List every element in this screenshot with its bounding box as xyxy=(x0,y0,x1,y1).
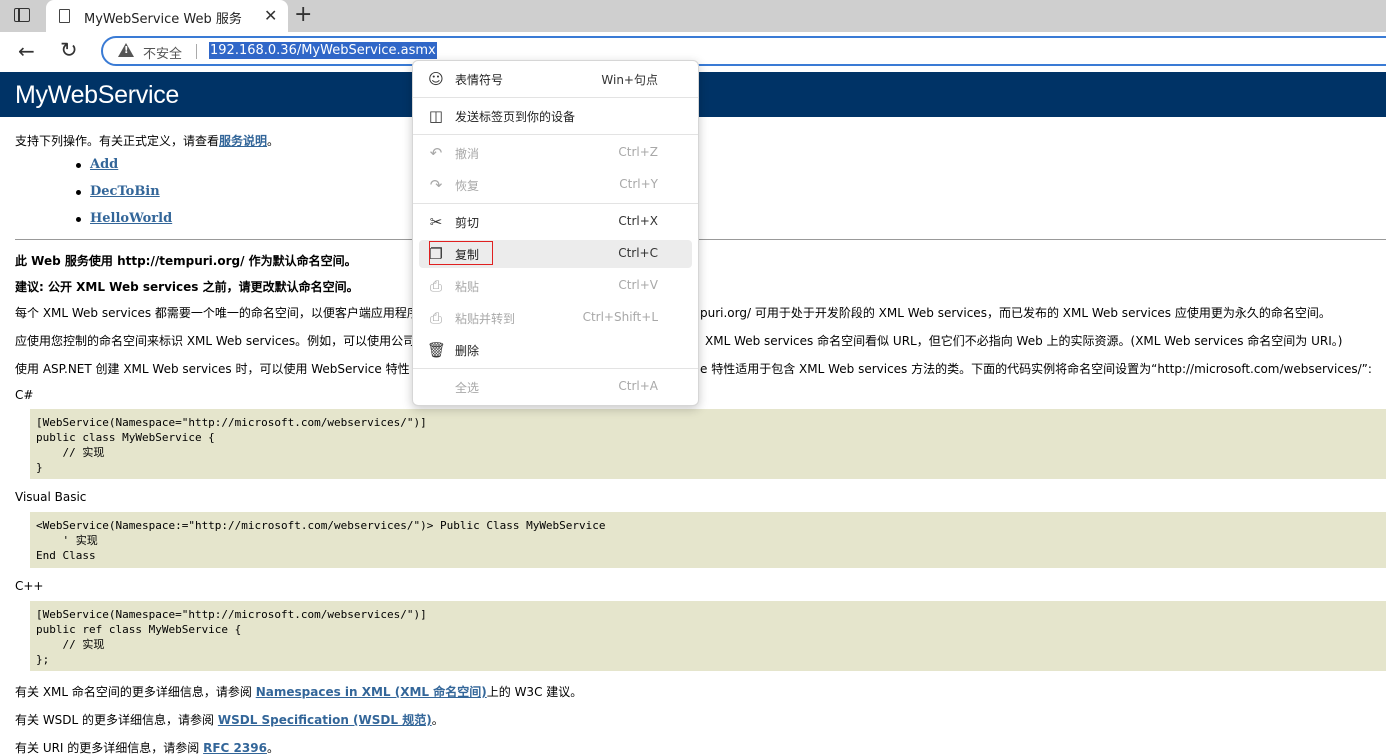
menu-item-undo[interactable]: ↶ 撤消 Ctrl+Z xyxy=(419,139,692,167)
copy-icon: ❐ xyxy=(429,245,443,263)
ref-xml-prefix: 有关 XML 命名空间的更多详细信息，请参阅 xyxy=(15,685,256,699)
menu-item-label: 全选 xyxy=(455,381,480,395)
paragraph-3-left: 使用 ASP.NET 创建 XML Web services 时，可以使用 We… xyxy=(15,362,410,376)
sidebar-toggle-icon[interactable] xyxy=(14,8,30,22)
menu-item-label: 复制 xyxy=(455,248,480,262)
paragraph-1-left: 每个 XML Web services 都需要一个唯一的命名空间，以便客户端应用… xyxy=(15,306,419,320)
intro-prefix: 支持下列操作。有关正式定义，请查看 xyxy=(15,134,220,148)
url-text[interactable]: 192.168.0.36/MyWebService.asmx xyxy=(209,42,437,59)
page-icon xyxy=(59,9,70,23)
send-device-icon: ◫ xyxy=(428,107,444,125)
tab-title: MyWebService Web 服务 xyxy=(84,12,242,27)
menu-item-label: 恢复 xyxy=(455,179,480,193)
code-text-cpp: [WebService(Namespace="http://microsoft.… xyxy=(36,608,427,666)
menu-item-label: 撤消 xyxy=(455,147,480,161)
code-block-csharp: [WebService(Namespace="http://microsoft.… xyxy=(30,409,1386,479)
menu-item-shortcut: Ctrl+C xyxy=(618,246,658,260)
namespace-advice: 建议: 公开 XML Web services 之前，请更改默认命名空间。 xyxy=(15,280,359,294)
code-block-cpp: [WebService(Namespace="http://microsoft.… xyxy=(30,601,1386,671)
menu-divider xyxy=(413,97,698,98)
browser-tab[interactable]: MyWebService Web 服务 ✕ xyxy=(46,0,288,32)
horizontal-rule xyxy=(15,239,1386,240)
menu-item-label: 剪切 xyxy=(455,216,480,230)
menu-item-redo[interactable]: ↷ 恢复 Ctrl+Y xyxy=(419,171,692,199)
list-bullet xyxy=(76,163,81,168)
menu-item-label: 删除 xyxy=(455,344,480,358)
lang-label-csharp: C# xyxy=(15,388,34,402)
close-tab-icon[interactable]: ✕ xyxy=(264,6,277,25)
ref-uri-suffix: 。 xyxy=(266,741,279,755)
service-description-link[interactable]: 服务说明 xyxy=(219,134,267,148)
list-bullet xyxy=(76,217,81,222)
lang-label-vb: Visual Basic xyxy=(15,490,87,504)
paragraph-2-right: XML Web services 命名空间看似 URL，但它们不必指向 Web … xyxy=(705,334,1343,348)
menu-item-label: 表情符号 xyxy=(455,73,504,87)
reference-wsdl: 有关 WSDL 的更多详细信息，请参阅 WSDL Specification (… xyxy=(15,711,444,728)
insecure-label[interactable]: 不安全 xyxy=(143,43,182,62)
divider xyxy=(196,44,197,59)
menu-item-select-all[interactable]: 全选 Ctrl+A xyxy=(419,373,692,401)
namespace-heading: 此 Web 服务使用 http://tempuri.org/ 作为默认命名空间。 xyxy=(15,254,357,268)
code-text-vb: <WebService(Namespace:="http://microsoft… xyxy=(36,519,606,562)
rfc-2396-link[interactable]: RFC 2396 xyxy=(203,741,267,755)
address-bar[interactable]: 不安全 192.168.0.36/MyWebService.asmx xyxy=(101,36,1386,66)
reload-icon[interactable]: ↻ xyxy=(60,38,78,62)
trash-icon: 🗑 xyxy=(427,341,447,359)
menu-item-shortcut: Ctrl+X xyxy=(618,214,658,228)
operation-link-helloworld[interactable]: HelloWorld xyxy=(90,211,172,226)
redo-icon: ↷ xyxy=(429,176,443,194)
reference-uri: 有关 URI 的更多详细信息，请参阅 RFC 2396。 xyxy=(15,739,279,756)
namespaces-in-xml-link[interactable]: Namespaces in XML (XML 命名空间) xyxy=(256,685,487,699)
ref-xml-suffix: 上的 W3C 建议。 xyxy=(486,685,583,699)
ref-wsdl-suffix: 。 xyxy=(431,713,444,727)
paragraph-1-right: puri.org/ 可用于处于开发阶段的 XML Web services，而已… xyxy=(700,306,1331,320)
menu-item-label: 粘贴并转到 xyxy=(455,312,516,326)
warning-icon[interactable] xyxy=(118,43,134,57)
menu-item-shortcut: Win+句点 xyxy=(601,73,658,87)
lang-label-cpp: C++ xyxy=(15,579,44,593)
operation-link-add[interactable]: Add xyxy=(90,157,118,172)
menu-item-shortcut: Ctrl+A xyxy=(618,379,658,393)
scissors-icon: ✂ xyxy=(429,213,443,231)
menu-item-shortcut: Ctrl+Z xyxy=(618,145,658,159)
menu-item-paste[interactable]: ⎙ 粘贴 Ctrl+V xyxy=(419,272,692,300)
tab-strip: MyWebService Web 服务 ✕ + xyxy=(0,0,1386,32)
menu-item-label: 粘贴 xyxy=(455,280,480,294)
wsdl-spec-link[interactable]: WSDL Specification (WSDL 规范) xyxy=(218,713,432,727)
code-text-csharp: [WebService(Namespace="http://microsoft.… xyxy=(36,416,427,474)
paragraph-2-left: 应使用您控制的命名空间来标识 XML Web services。例如，可以使用公… xyxy=(15,334,416,348)
menu-item-copy[interactable]: ❐ 复制 Ctrl+C xyxy=(419,240,692,268)
menu-item-label: 发送标签页到你的设备 xyxy=(455,110,576,124)
intro-suffix: 。 xyxy=(267,134,280,148)
menu-item-shortcut: Ctrl+V xyxy=(618,278,658,292)
ref-wsdl-prefix: 有关 WSDL 的更多详细信息，请参阅 xyxy=(15,713,218,727)
menu-item-send-tab[interactable]: ◫ 发送标签页到你的设备 xyxy=(419,102,692,130)
menu-item-shortcut: Ctrl+Shift+L xyxy=(582,310,658,324)
paste-icon: ⎙ xyxy=(429,277,442,295)
page-title: MyWebService xyxy=(15,81,180,109)
menu-item-shortcut: Ctrl+Y xyxy=(619,177,658,191)
new-tab-button[interactable]: + xyxy=(294,3,312,27)
operation-link-dectobin[interactable]: DecToBin xyxy=(90,184,160,199)
paste-go-icon: ⎙ xyxy=(429,309,442,327)
context-menu: ☺ 表情符号 Win+句点 ◫ 发送标签页到你的设备 ↶ 撤消 Ctrl+Z ↷… xyxy=(412,60,699,406)
menu-item-paste-go[interactable]: ⎙ 粘贴并转到 Ctrl+Shift+L xyxy=(419,304,692,332)
code-block-vb: <WebService(Namespace:="http://microsoft… xyxy=(30,512,1386,568)
intro-text: 支持下列操作。有关正式定义，请查看服务说明。 xyxy=(15,132,279,149)
reference-xml: 有关 XML 命名空间的更多详细信息，请参阅 Namespaces in XML… xyxy=(15,683,582,700)
menu-item-emoji[interactable]: ☺ 表情符号 Win+句点 xyxy=(419,65,692,93)
ref-uri-prefix: 有关 URI 的更多详细信息，请参阅 xyxy=(15,741,204,755)
menu-divider xyxy=(413,134,698,135)
back-arrow-icon[interactable]: ← xyxy=(18,39,35,63)
menu-divider xyxy=(413,368,698,369)
menu-divider xyxy=(413,203,698,204)
emoji-icon: ☺ xyxy=(428,70,444,88)
list-bullet xyxy=(76,190,81,195)
undo-icon: ↶ xyxy=(429,144,443,162)
menu-item-cut[interactable]: ✂ 剪切 Ctrl+X xyxy=(419,208,692,236)
menu-item-delete[interactable]: 🗑 删除 xyxy=(419,336,692,364)
paragraph-3-right: e 特性适用于包含 XML Web services 方法的类。下面的代码实例将… xyxy=(700,362,1372,376)
